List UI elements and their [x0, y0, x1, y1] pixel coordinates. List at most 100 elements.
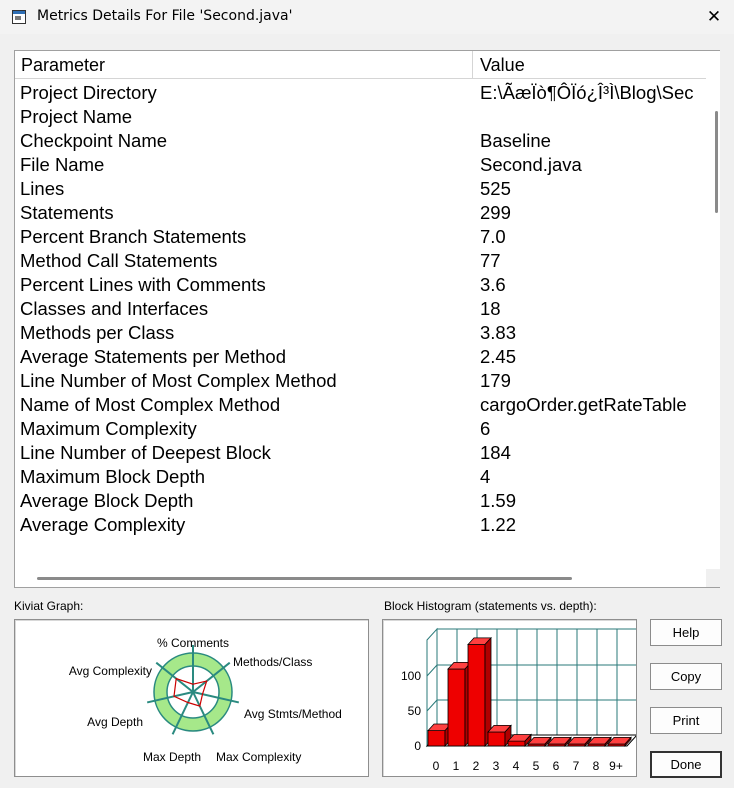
value-cell: 179 — [480, 370, 511, 391]
value-cell: cargoOrder.getRateTable — [480, 394, 687, 415]
table-row[interactable]: Percent Lines with Comments 3.6 — [15, 273, 706, 297]
histogram-bar-front — [487, 731, 506, 747]
value-cell: 4 — [480, 466, 491, 487]
histogram-y-tick-label: 50 — [408, 704, 422, 718]
histogram-bar — [467, 636, 492, 748]
histogram-x-tick-label: 8 — [593, 759, 600, 773]
histogram-x-tick-label: 4 — [513, 759, 520, 773]
title-bar: Metrics Details For File 'Second.java' ✕ — [0, 0, 734, 34]
table-row[interactable]: Maximum Block Depth 4 — [15, 465, 706, 489]
table-row[interactable]: Statements 299 — [15, 201, 706, 225]
histogram-x-tick-label: 6 — [553, 759, 560, 773]
histogram-x-tick-label: 9+ — [609, 759, 623, 773]
histogram-x-tick-label: 1 — [453, 759, 460, 773]
parameter-cell: Checkpoint Name — [20, 130, 168, 151]
table-row[interactable]: Project Directory E:\ÃæÏò¶ÔÏó¿Î³Ì\Blog\Se… — [15, 81, 706, 105]
table-row[interactable]: Maximum Complexity 6 — [15, 417, 706, 441]
value-cell: E:\ÃæÏò¶ÔÏó¿Î³Ì\Blog\Sec — [480, 82, 694, 103]
block-histogram: 0 1 2 3 4 5 6 7 8 9+050100 — [401, 627, 639, 773]
parameter-cell: File Name — [20, 154, 105, 175]
parameter-cell: Percent Branch Statements — [20, 226, 247, 247]
kiviat-axis-label: Avg Complexity — [69, 664, 152, 678]
histogram-y-tick-label: 100 — [401, 669, 421, 683]
print-button[interactable]: Print — [650, 707, 722, 734]
histogram-label: Block Histogram (statements vs. depth): — [384, 599, 597, 613]
parameter-cell: Lines — [20, 178, 65, 199]
parameter-cell: Average Block Depth — [20, 490, 194, 511]
value-cell: Second.java — [480, 154, 582, 175]
kiviat-graph-label: Kiviat Graph: — [14, 599, 84, 613]
column-header-parameter[interactable]: Parameter — [15, 51, 473, 78]
metrics-list[interactable]: Parameter Value Project Directory E:\ÃæÏò… — [14, 50, 720, 588]
kiviat-axis-label: Avg Stmts/Method — [244, 707, 342, 721]
value-cell: 1.22 — [480, 514, 517, 535]
histogram-y-tick-label: 0 — [414, 739, 421, 753]
kiviat-axis-label: Max Depth — [143, 750, 201, 764]
close-icon: ✕ — [706, 7, 722, 27]
histogram-bar-front — [427, 730, 446, 747]
done-button[interactable]: Done — [650, 751, 722, 778]
app-icon — [12, 10, 26, 24]
value-cell: 525 — [480, 178, 511, 199]
parameter-cell: Maximum Block Depth — [20, 466, 206, 487]
histogram-x-tick-label: 7 — [573, 759, 580, 773]
value-cell: 1.59 — [480, 490, 517, 511]
parameter-cell: Classes and Interfaces — [20, 298, 209, 319]
table-row[interactable]: Line Number of Deepest Block 184 — [15, 441, 706, 465]
histogram-bar — [447, 661, 472, 748]
table-row[interactable]: Percent Branch Statements 7.0 — [15, 225, 706, 249]
table-row[interactable]: File Name Second.java — [15, 153, 706, 177]
histogram-x-tick-label: 5 — [533, 759, 540, 773]
table-row[interactable]: Average Complexity 1.22 — [15, 513, 706, 537]
histogram-x-tick-label: 3 — [493, 759, 500, 773]
histogram-bar-front — [507, 740, 526, 747]
parameter-cell: Average Complexity — [20, 514, 186, 535]
parameter-cell: Project Name — [20, 106, 133, 127]
vertical-scrollbar[interactable] — [708, 51, 720, 569]
parameter-cell: Percent Lines with Comments — [20, 274, 266, 295]
window-title: Metrics Details For File 'Second.java' — [37, 8, 293, 24]
parameter-cell: Method Call Statements — [20, 250, 218, 271]
histogram-bar-front — [447, 668, 466, 747]
table-row[interactable]: Project Name — [15, 105, 706, 129]
table-row[interactable]: Line Number of Most Complex Method 179 — [15, 369, 706, 393]
table-row[interactable]: Lines 525 — [15, 177, 706, 201]
parameter-cell: Line Number of Deepest Block — [20, 442, 271, 463]
kiviat-graph-panel: % Comments Methods/Class Avg Stmts/Method M… — [14, 619, 369, 777]
value-cell: 299 — [480, 202, 511, 223]
histogram-x-tick-label: 2 — [473, 759, 480, 773]
parameter-cell: Maximum Complexity — [20, 418, 197, 439]
value-cell: 77 — [480, 250, 501, 271]
table-row[interactable]: Method Call Statements 77 — [15, 249, 706, 273]
value-cell: 18 — [480, 298, 501, 319]
kiviat-axis-label: Methods/Class — [233, 655, 312, 669]
horizontal-scrollbar[interactable] — [15, 570, 706, 587]
table-row[interactable]: Classes and Interfaces 18 — [15, 297, 706, 321]
horizontal-scroll-thumb[interactable] — [37, 577, 572, 580]
copy-button[interactable]: Copy — [650, 663, 722, 690]
histogram-x-tick-label: 0 — [433, 759, 440, 773]
column-header-value[interactable]: Value — [473, 51, 706, 78]
histogram-bar-front — [467, 644, 486, 747]
value-cell: 3.6 — [480, 274, 506, 295]
help-button[interactable]: Help — [650, 619, 722, 646]
value-cell: Baseline — [480, 130, 551, 151]
kiviat-graph: % Comments Methods/Class Avg Stmts/Method M… — [69, 636, 342, 764]
table-row[interactable]: Checkpoint Name Baseline — [15, 129, 706, 153]
table-row[interactable]: Name of Most Complex Method cargoOrder.ge… — [15, 393, 706, 417]
value-cell: 6 — [480, 418, 491, 439]
parameter-cell: Average Statements per Method — [20, 346, 287, 367]
table-row[interactable]: Methods per Class 3.83 — [15, 321, 706, 345]
kiviat-axis-label: Max Complexity — [216, 750, 301, 764]
close-button[interactable]: ✕ — [694, 1, 734, 33]
value-cell: 7.0 — [480, 226, 506, 247]
table-row[interactable]: Average Statements per Method 2.45 — [15, 345, 706, 369]
value-cell: 184 — [480, 442, 511, 463]
value-cell: 3.83 — [480, 322, 517, 343]
value-cell: 2.45 — [480, 346, 517, 367]
metrics-rows: Project Directory E:\ÃæÏò¶ÔÏó¿Î³Ì\Blog\Se… — [15, 81, 706, 537]
table-row[interactable]: Average Block Depth 1.59 — [15, 489, 706, 513]
histogram-bar — [427, 722, 452, 748]
histogram-panel: 0 1 2 3 4 5 6 7 8 9+ 0 50 100 — [382, 619, 639, 777]
vertical-scroll-thumb[interactable] — [715, 111, 718, 213]
